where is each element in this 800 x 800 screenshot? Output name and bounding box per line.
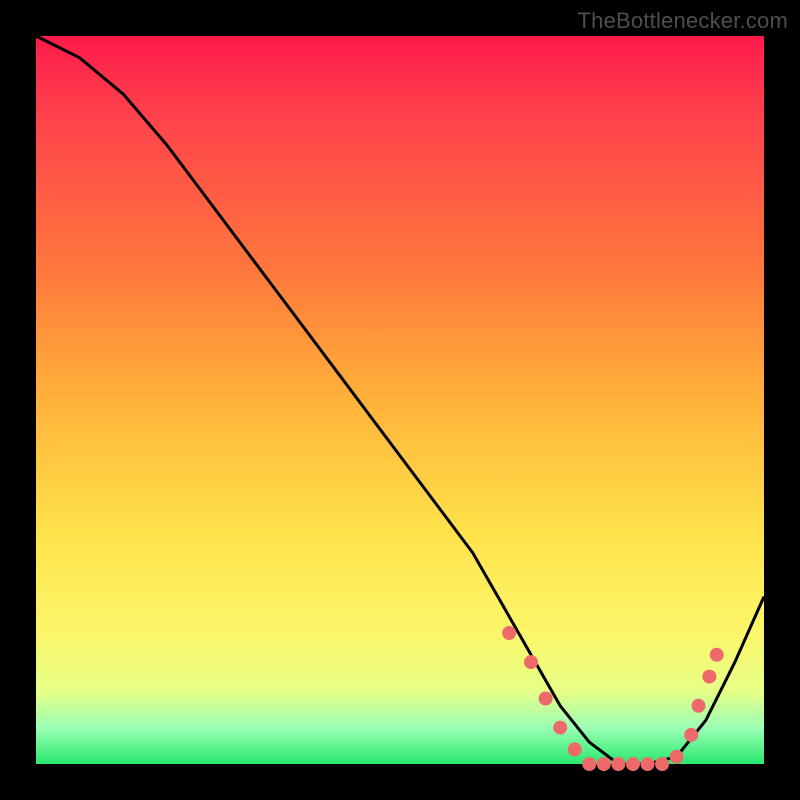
curve-marker bbox=[611, 757, 625, 771]
curve-marker bbox=[568, 742, 582, 756]
curve-line bbox=[36, 36, 764, 764]
curve-marker bbox=[502, 626, 516, 640]
curve-marker bbox=[553, 721, 567, 735]
curve-marker bbox=[641, 757, 655, 771]
curve-marker bbox=[524, 655, 538, 669]
curve-marker bbox=[702, 670, 716, 684]
curve-marker bbox=[710, 648, 724, 662]
chart-frame: TheBottlenecker.com bbox=[0, 0, 800, 800]
curve-marker bbox=[670, 750, 684, 764]
curve-marker bbox=[692, 699, 706, 713]
curve-marker bbox=[582, 757, 596, 771]
bottleneck-curve bbox=[36, 36, 764, 764]
curve-marker bbox=[539, 692, 553, 706]
watermark-text: TheBottlenecker.com bbox=[578, 8, 788, 34]
curve-marker bbox=[655, 757, 669, 771]
curve-markers bbox=[502, 626, 724, 771]
curve-marker bbox=[597, 757, 611, 771]
chart-plot-area bbox=[36, 36, 764, 764]
curve-marker bbox=[684, 728, 698, 742]
curve-marker bbox=[626, 757, 640, 771]
